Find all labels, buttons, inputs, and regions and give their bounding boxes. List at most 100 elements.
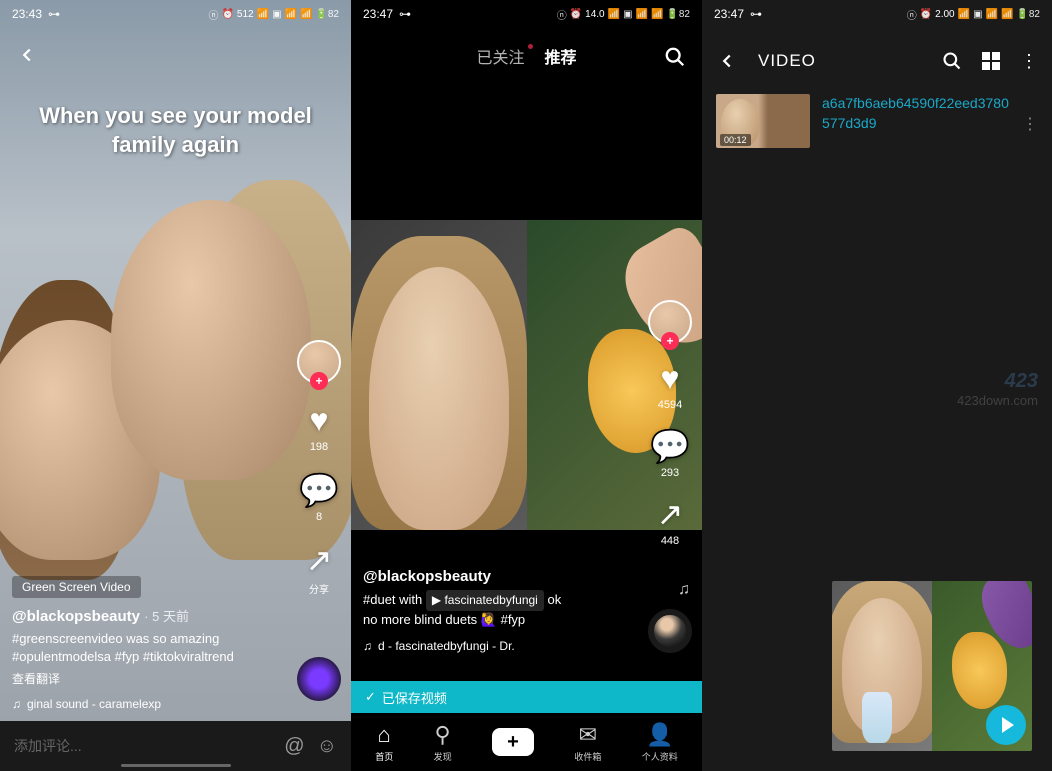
comment-input[interactable]: 添加评论... (14, 736, 272, 756)
item-more-button[interactable]: ⋮ (1022, 94, 1038, 134)
signal-icon: 📶 (285, 9, 297, 20)
discover-icon: ⚲ (435, 722, 451, 748)
action-sidebar: + ♥ 198 💬 8 ↗ 分享 (297, 340, 341, 596)
video-description[interactable]: #greenscreenvideo was so amazing #opulen… (12, 630, 281, 666)
comment-icon: 💬 (299, 471, 339, 509)
back-button[interactable] (716, 50, 738, 72)
music-note-icon: ♫ (363, 639, 372, 653)
play-button[interactable] (986, 705, 1026, 745)
signal-icon-2: 📶 (651, 9, 663, 20)
phone-screen-2: 23:47 ⊶ ⓝ ⏰ 14.0 📶 ▣ 📶 📶 🔋82 已关注 推荐 (351, 0, 702, 771)
status-time: 23:47 (363, 7, 393, 21)
alarm-icon: ⏰ (920, 9, 932, 20)
battery-icon: 🔋82 (666, 9, 690, 20)
music-info[interactable]: ♫ d - fascinatedbyfungi - Dr. (363, 639, 632, 653)
notification-dot (528, 44, 533, 49)
nav-home[interactable]: ⌂ 首页 (375, 722, 393, 763)
duet-user-tag[interactable]: ▶ fascinatedbyfungi (426, 590, 544, 611)
profile-icon: 👤 (646, 722, 673, 748)
emoji-button[interactable]: ☺ (317, 735, 337, 758)
search-button[interactable] (942, 51, 962, 71)
alarm-icon: ⏰ (570, 9, 582, 20)
duet-left-pane (351, 220, 527, 530)
video-list-item[interactable]: 00:12 a6a7fb6aeb64590f22eed3780577d3d9 ⋮ (716, 94, 1038, 148)
network-speed: 512 (237, 9, 254, 20)
phone-screen-1: 23:43 ⊶ ⓝ ⏰ 512 📶 ▣ 📶 📶 🔋82 When you see… (0, 0, 351, 771)
tab-recommend[interactable]: 推荐 (545, 44, 577, 68)
username[interactable]: @blackopsbeauty (12, 608, 140, 625)
back-button[interactable] (16, 44, 38, 66)
view-toggle-button[interactable] (982, 52, 1000, 70)
status-time: 23:47 (714, 7, 744, 21)
comment-button[interactable]: 💬 8 (299, 471, 339, 523)
music-note-icon: ♫ (12, 697, 21, 711)
comment-button[interactable]: 💬 293 (650, 427, 690, 479)
share-button[interactable]: ↗ 分享 (306, 541, 333, 596)
creator-avatar[interactable]: + (297, 340, 341, 384)
app-header: VIDEO ⋮ (702, 38, 1052, 84)
signal-icon-2: 📶 (1001, 9, 1013, 20)
watermark: 423 423down.com (957, 370, 1038, 408)
status-bar: 23:47 ⊶ ⓝ ⏰ 14.0 📶 ▣ 📶 📶 🔋82 (351, 0, 702, 28)
effect-tag[interactable]: Green Screen Video (12, 576, 141, 598)
page-title: VIDEO (758, 51, 922, 71)
nfc-icon: ⓝ (907, 7, 917, 22)
creator-avatar[interactable]: + (648, 300, 692, 344)
nav-create[interactable]: + (492, 728, 534, 756)
music-disc[interactable] (297, 657, 341, 701)
video-filename: a6a7fb6aeb64590f22eed3780577d3d9 (822, 94, 1010, 133)
action-sidebar: + ♥ 4594 💬 293 ↗ 448 (648, 300, 692, 547)
wifi-icon: 📶 (958, 9, 970, 20)
like-button[interactable]: ♥ 4594 (658, 360, 682, 411)
battery-icon: 🔋82 (315, 9, 339, 20)
follow-button[interactable]: + (310, 372, 328, 390)
wifi-icon: 📶 (257, 9, 269, 20)
status-time: 23:43 (12, 7, 42, 21)
video-duration: 00:12 (720, 134, 751, 146)
check-icon: ✓ (365, 689, 376, 705)
signal-icon: 📶 (986, 9, 998, 20)
follow-button[interactable]: + (661, 332, 679, 350)
music-info[interactable]: ♫ ginal sound - caramelexp (12, 697, 281, 711)
tab-following[interactable]: 已关注 (476, 44, 524, 68)
status-bar: 23:43 ⊶ ⓝ ⏰ 512 📶 ▣ 📶 📶 🔋82 (0, 0, 351, 28)
search-button[interactable] (664, 46, 686, 68)
nfc-icon: ⓝ (557, 7, 567, 22)
network-speed: 2.00 (935, 9, 954, 20)
share-icon: ↗ (657, 495, 684, 533)
home-icon: ⌂ (378, 722, 391, 748)
wifi-icon: 📶 (608, 9, 620, 20)
at-button[interactable]: @ (284, 735, 304, 758)
music-note-icon[interactable]: ♫ (678, 581, 690, 599)
video-caption-overlay: When you see your model family again (0, 102, 351, 159)
more-options-button[interactable]: ⋮ (1020, 51, 1038, 72)
network-speed: 14.0 (585, 9, 604, 20)
battery-icon: 🔋82 (1016, 9, 1040, 20)
video-info: @blackopsbeauty #duet with ▶ fascinatedb… (363, 568, 632, 653)
nav-profile[interactable]: 👤 个人资料 (642, 722, 678, 763)
status-bar: 23:47 ⊶ ⓝ ⏰ 2.00 📶 ▣ 📶 📶 🔋82 (702, 0, 1052, 28)
nav-inbox[interactable]: ✉ 收件箱 (574, 722, 601, 763)
username[interactable]: @blackopsbeauty (363, 568, 491, 585)
feed-tabs: 已关注 推荐 (351, 44, 702, 68)
post-time: · 5 天前 (144, 609, 189, 624)
hd-icon: ▣ (973, 9, 982, 20)
home-indicator[interactable] (121, 764, 231, 767)
inbox-icon: ✉ (579, 722, 597, 748)
share-icon: ↗ (306, 541, 333, 579)
bottom-nav: ⌂ 首页 ⚲ 发现 + ✉ 收件箱 👤 个人资料 (351, 713, 702, 771)
music-disc[interactable] (648, 609, 692, 653)
signal-icon: 📶 (636, 9, 648, 20)
saved-banner[interactable]: ✓ 已保存视频 (351, 681, 702, 713)
like-button[interactable]: ♥ 198 (310, 402, 329, 453)
nav-discover[interactable]: ⚲ 发现 (434, 722, 452, 763)
video-preview-pip[interactable] (832, 581, 1032, 751)
signal-icon-2: 📶 (300, 9, 312, 20)
video-description[interactable]: #duet with ▶ fascinatedbyfungi ok no mor… (363, 590, 632, 629)
comment-icon: 💬 (650, 427, 690, 465)
share-button[interactable]: ↗ 448 (657, 495, 684, 547)
nfc-icon: ⓝ (208, 7, 218, 22)
translate-button[interactable]: 查看翻译 (12, 670, 281, 687)
status-key-icon: ⊶ (750, 7, 762, 21)
video-thumbnail: 00:12 (716, 94, 810, 148)
